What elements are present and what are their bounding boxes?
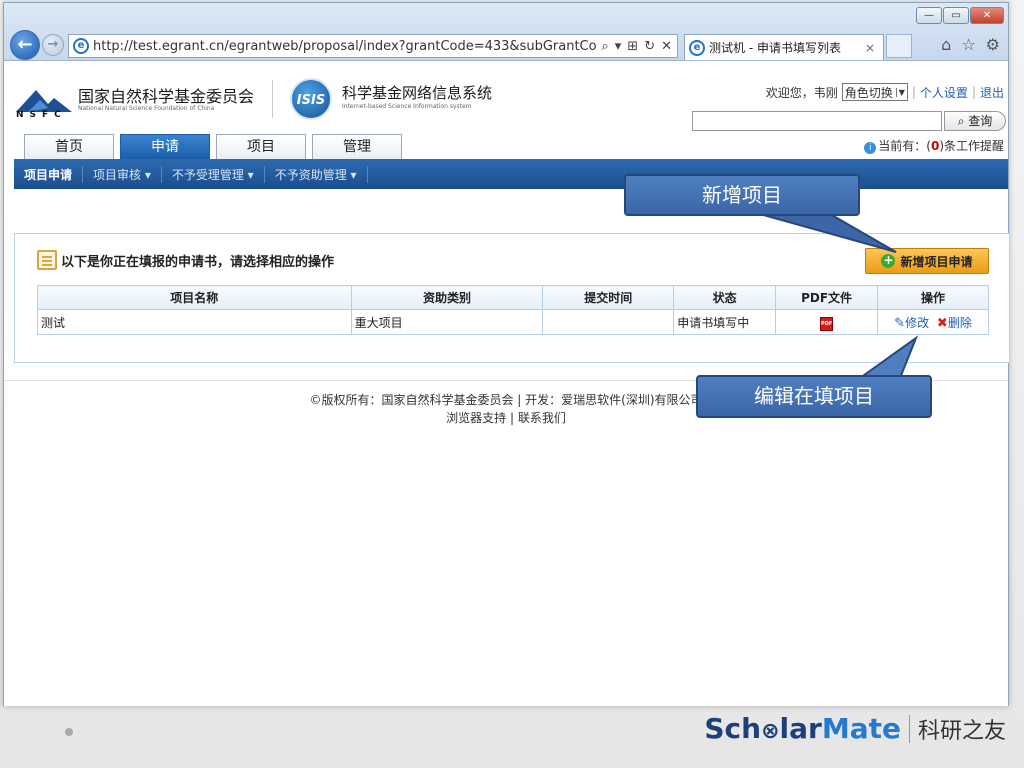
maximize-button[interactable]: ▭: [943, 7, 969, 24]
back-button[interactable]: ←: [10, 30, 40, 60]
edit-link[interactable]: 修改: [905, 316, 929, 330]
brand-cn-name: 科研之友: [917, 718, 1006, 744]
document-icon: [37, 250, 57, 270]
scholarmate-brand: Sch⊗larMate 科研之友: [704, 712, 1006, 745]
plus-icon: +: [881, 253, 896, 268]
org-name: 国家自然科学基金委员会: [78, 87, 255, 106]
panel-title: 以下是你正在填报的申请书，请选择相应的操作: [37, 250, 334, 270]
subnav-nonfunding-management[interactable]: 不予资助管理 ▾: [265, 165, 368, 183]
settings-icon[interactable]: ⚙: [986, 35, 1000, 54]
personal-settings-link[interactable]: 个人设置: [920, 84, 968, 101]
search-icon[interactable]: ⌕: [601, 39, 608, 54]
subnav-rejection-management[interactable]: 不予受理管理 ▾: [162, 165, 265, 183]
cell-category: 重大项目: [350, 309, 544, 335]
tab-home[interactable]: 首页: [24, 134, 114, 159]
delete-icon[interactable]: ✖: [937, 316, 948, 331]
system-name: 科学基金网络信息系统: [342, 84, 493, 102]
reminder-suffix: )条工作提醒: [939, 139, 1004, 153]
edit-project-callout: 编辑在填项目: [696, 375, 932, 418]
add-application-button[interactable]: + 新增项目申请: [865, 248, 989, 274]
forward-button[interactable]: →: [42, 34, 64, 56]
tab-close-icon[interactable]: ×: [865, 41, 883, 55]
role-switch-label: 角色切换: [844, 85, 893, 100]
add-application-label: 新增项目申请: [900, 254, 973, 269]
chevron-down-icon: ▼: [895, 87, 905, 97]
info-icon: i: [864, 142, 877, 154]
cell-actions: ✎修改 ✖删除: [877, 309, 989, 335]
subnav-project-apply[interactable]: 项目申请: [24, 165, 84, 183]
tab-projects[interactable]: 项目: [216, 134, 306, 159]
dropdown-icon[interactable]: ▾: [615, 39, 622, 54]
ie-tab-icon: e: [689, 39, 705, 56]
cell-project-name: 测试: [37, 309, 352, 335]
minimize-button[interactable]: —: [916, 7, 942, 24]
ie-icon: e: [73, 38, 89, 54]
new-tab-button[interactable]: [886, 34, 912, 58]
subnav-project-review[interactable]: 项目审核 ▾: [83, 165, 162, 183]
refresh-icon[interactable]: ↻: [644, 39, 655, 54]
table-row: 测试 重大项目 申请书填写中 PDF ✎修改 ✖删除: [37, 309, 989, 335]
brand-divider: [908, 714, 910, 743]
stop-icon[interactable]: ✕: [661, 39, 672, 54]
divider: |: [911, 85, 916, 99]
favorites-icon[interactable]: ☆: [961, 35, 975, 54]
logout-link[interactable]: 退出: [980, 84, 1004, 101]
org-name-en: National Natural Science Foundation of C…: [78, 105, 215, 112]
column-header-submit-time: 提交时间: [542, 285, 675, 310]
slide-bullet: [65, 728, 73, 736]
browser-window: — ▭ ✕ ← → e http://test.egrant.cn/egrant…: [3, 2, 1010, 706]
cell-status: 申请书填写中: [673, 309, 777, 335]
isis-logo-icon: ISIS: [290, 78, 332, 120]
divider: |: [971, 85, 976, 99]
tab-apply[interactable]: 申请: [120, 134, 210, 159]
browser-tab[interactable]: e 测试机 - 申请书填写列表 ×: [684, 34, 884, 60]
system-name-en: Internet-based Science Information syste…: [342, 103, 472, 110]
column-header-pdf: PDF文件: [775, 285, 878, 310]
search-button-label: 查询: [968, 114, 993, 128]
cell-pdf: PDF: [775, 309, 878, 335]
add-project-callout: 新增项目: [624, 174, 860, 216]
column-header-project-name: 项目名称: [37, 285, 352, 310]
reminder-prefix: 当前有：(: [878, 139, 931, 153]
work-reminder[interactable]: i 当前有：(0)条工作提醒: [864, 137, 1004, 154]
address-tools: ⌕ ▾ ⊞ ↻ ✕: [596, 39, 677, 54]
main-tabs: 首页 申请 项目 管理: [24, 134, 402, 159]
browser-titlebar: — ▭ ✕ ← → e http://test.egrant.cn/egrant…: [4, 3, 1008, 61]
edit-icon[interactable]: ✎: [894, 316, 905, 331]
column-header-actions: 操作: [877, 285, 989, 310]
address-bar[interactable]: e http://test.egrant.cn/egrantweb/propos…: [68, 34, 678, 58]
welcome-text: 欢迎您，韦刚: [765, 85, 838, 100]
window-controls: — ▭ ✕: [916, 7, 1004, 24]
column-header-status: 状态: [673, 285, 777, 310]
application-table: 项目名称 资助类别 提交时间 状态 PDF文件 操作 测试 重大项目 申请书填写…: [37, 285, 989, 335]
search-button[interactable]: ⌕ 查询: [944, 111, 1006, 131]
home-icon[interactable]: ⌂: [941, 35, 951, 54]
brand-o-icon: ⊗: [761, 719, 780, 744]
delete-link[interactable]: 删除: [948, 316, 972, 330]
header-divider: [272, 80, 273, 118]
tab-title: 测试机 - 申请书填写列表: [709, 41, 841, 55]
search-icon: ⌕: [957, 114, 965, 128]
search-input[interactable]: [692, 111, 942, 131]
panel-title-text: 以下是你正在填报的申请书，请选择相应的操作: [61, 254, 335, 270]
user-bar: 欢迎您，韦刚 角色切换 ▼ | 个人设置 | 退出: [766, 83, 1004, 101]
close-button[interactable]: ✕: [970, 7, 1004, 24]
org-abbr: NSFC: [16, 110, 67, 120]
cell-submit-time: [542, 309, 675, 335]
browser-icons: ⌂ ☆ ⚙: [941, 35, 1000, 54]
application-panel: 以下是你正在填报的申请书，请选择相应的操作 + 新增项目申请 项目名称 资助类别…: [14, 233, 1010, 363]
tab-manage[interactable]: 管理: [312, 134, 402, 159]
pdf-icon[interactable]: PDF: [820, 316, 834, 331]
table-header-row: 项目名称 资助类别 提交时间 状态 PDF文件 操作: [37, 285, 989, 310]
role-switch-select[interactable]: 角色切换 ▼: [841, 83, 908, 101]
column-header-category: 资助类别: [350, 285, 544, 310]
compatibility-icon[interactable]: ⊞: [627, 39, 638, 54]
brand-logo: Sch⊗larMate: [704, 712, 901, 745]
address-url[interactable]: http://test.egrant.cn/egrantweb/proposal…: [93, 39, 596, 54]
